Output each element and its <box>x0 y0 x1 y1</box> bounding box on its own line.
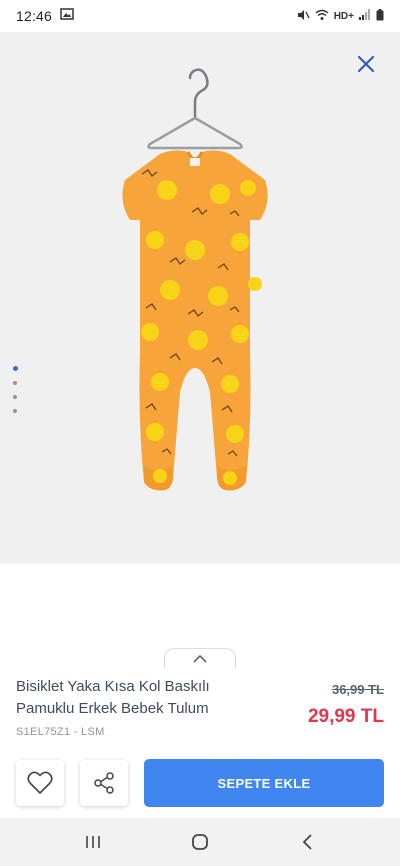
gallery-dot[interactable] <box>12 366 18 371</box>
back-button[interactable] <box>287 827 327 857</box>
share-icon <box>94 772 114 794</box>
network-type-label: HD+ <box>333 10 354 22</box>
recent-apps-icon <box>86 836 101 848</box>
product-title: Bisiklet Yaka Kısa Kol Baskılı Pamuklu E… <box>16 678 210 717</box>
signal-icon <box>359 9 371 23</box>
status-bar: 12:46 HD+ <box>0 0 400 32</box>
gallery-dot[interactable] <box>13 381 17 385</box>
product-image[interactable] <box>100 62 290 502</box>
back-icon <box>302 834 312 850</box>
gallery-pagination <box>12 366 18 413</box>
gallery-dot[interactable] <box>13 395 17 399</box>
share-button[interactable] <box>80 760 128 806</box>
chevron-up-icon <box>193 654 207 663</box>
home-icon <box>192 834 208 850</box>
recent-apps-button[interactable] <box>73 827 113 857</box>
wifi-icon <box>315 9 329 24</box>
mute-icon <box>296 9 310 24</box>
add-to-cart-button[interactable]: SEPETE EKLE <box>144 759 384 807</box>
home-button[interactable] <box>180 827 220 857</box>
heart-icon <box>27 771 53 794</box>
old-price: 36,99 TL <box>331 682 384 697</box>
favorite-button[interactable] <box>16 760 64 806</box>
status-time: 12:46 <box>16 8 53 24</box>
close-button[interactable] <box>354 52 378 76</box>
product-gallery[interactable] <box>0 32 400 564</box>
gallery-dot[interactable] <box>13 409 17 413</box>
system-nav-bar <box>0 818 400 866</box>
battery-icon <box>376 8 384 24</box>
sale-price: 29,99 TL <box>307 706 384 727</box>
details-expand-tab[interactable] <box>164 648 236 668</box>
product-sku: S1EL75Z1 - LSM <box>16 726 105 738</box>
close-icon <box>357 55 375 73</box>
gallery-notification-icon <box>60 7 74 25</box>
